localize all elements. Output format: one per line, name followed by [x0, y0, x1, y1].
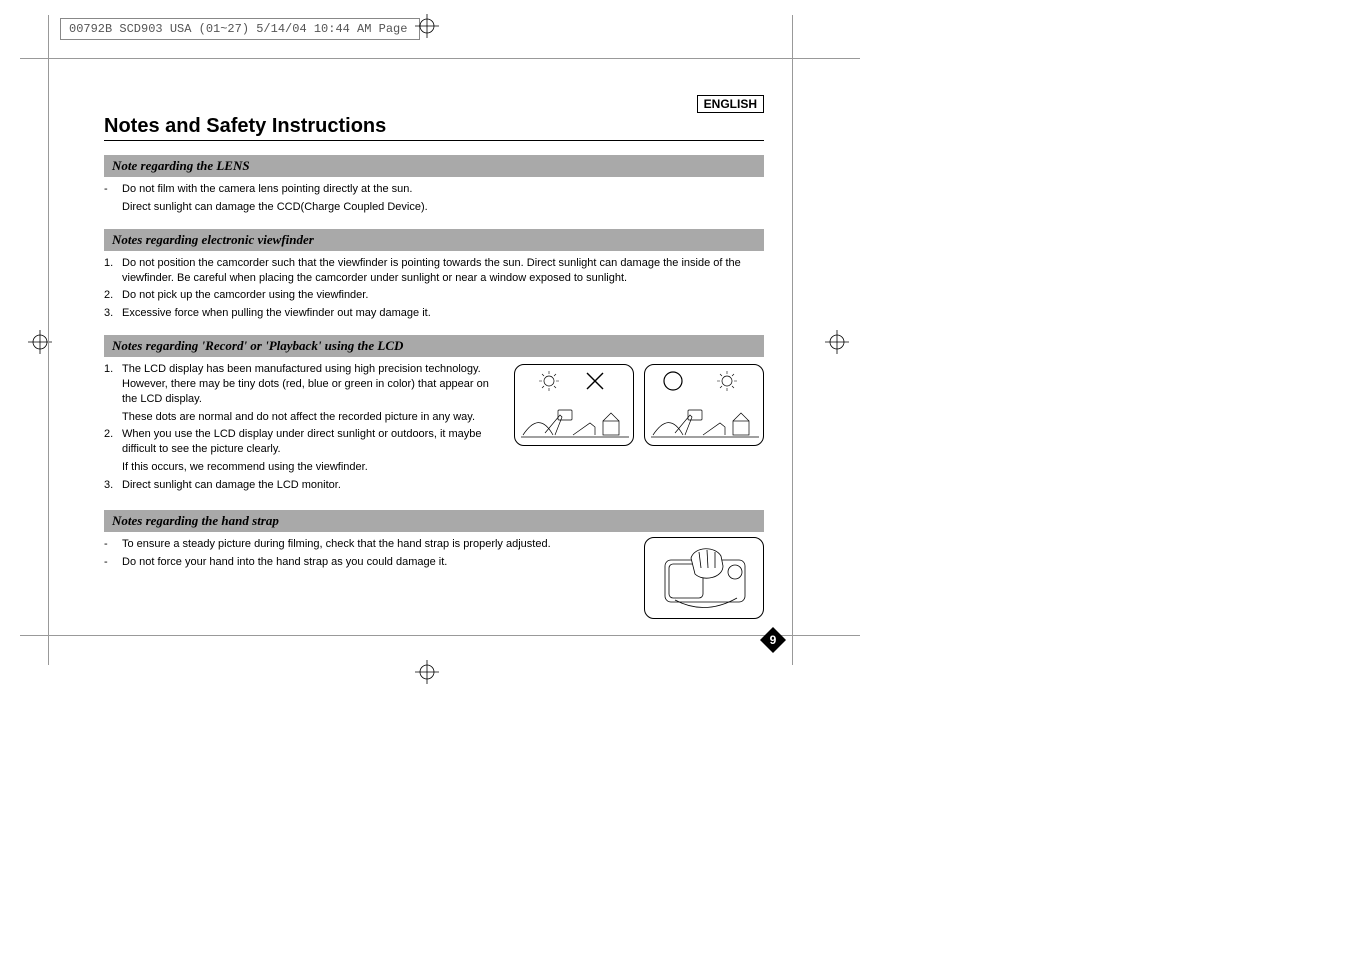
list-item: These dots are normal and do not affect …	[122, 410, 494, 425]
trim-line	[20, 635, 860, 636]
list-text: To ensure a steady picture during filmin…	[122, 538, 551, 550]
list-marker: 1.	[104, 362, 120, 377]
list-marker: -	[104, 537, 120, 552]
section-heading-viewfinder: Notes regarding electronic viewfinder	[104, 229, 764, 251]
list-text: Do not pick up the camcorder using the v…	[122, 289, 368, 301]
list-marker: -	[104, 555, 120, 570]
list-item: -Do not force your hand into the hand st…	[122, 555, 624, 570]
list-item: If this occurs, we recommend using the v…	[122, 460, 494, 475]
registration-mark-icon	[415, 14, 439, 38]
list-viewfinder: 1.Do not position the camcorder such tha…	[104, 256, 764, 321]
section-heading-lens: Note regarding the LENS	[104, 155, 764, 177]
list-lcd: 1.The LCD display has been manufactured …	[104, 362, 494, 493]
page-title: Notes and Safety Instructions	[104, 115, 764, 141]
list-text: Do not position the camcorder such that …	[122, 257, 741, 284]
language-badge: ENGLISH	[697, 95, 764, 113]
list-marker: 3.	[104, 478, 120, 493]
illustration-correct-icon	[644, 364, 764, 446]
list-text: If this occurs, we recommend using the v…	[122, 461, 368, 473]
page-content: ENGLISH Notes and Safety Instructions No…	[104, 95, 764, 619]
section-heading-handstrap: Notes regarding the hand strap	[104, 510, 764, 532]
list-marker: 2.	[104, 288, 120, 303]
list-marker: 1.	[104, 256, 120, 271]
list-item: Direct sunlight can damage the CCD(Charg…	[122, 200, 764, 215]
lcd-illustrations	[514, 362, 764, 446]
list-marker: 3.	[104, 306, 120, 321]
list-item: 2.When you use the LCD display under dir…	[122, 427, 494, 457]
prepress-header: 00792B SCD903 USA (01~27) 5/14/04 10:44 …	[60, 18, 420, 40]
list-text: Excessive force when pulling the viewfin…	[122, 307, 431, 319]
list-lens: -Do not film with the camera lens pointi…	[104, 182, 764, 215]
illustration-handstrap-icon	[644, 537, 764, 619]
list-handstrap: -To ensure a steady picture during filmi…	[104, 537, 624, 573]
list-item: -Do not film with the camera lens pointi…	[122, 182, 764, 197]
trim-line	[20, 58, 860, 59]
list-item: 2.Do not pick up the camcorder using the…	[122, 288, 764, 303]
list-item: -To ensure a steady picture during filmi…	[122, 537, 624, 552]
list-text: Direct sunlight can damage the LCD monit…	[122, 479, 341, 491]
list-marker: 2.	[104, 427, 120, 442]
list-item: 3.Excessive force when pulling the viewf…	[122, 306, 764, 321]
list-item: 1.Do not position the camcorder such tha…	[122, 256, 764, 286]
list-item: 1.The LCD display has been manufactured …	[122, 362, 494, 407]
list-marker: -	[104, 182, 120, 197]
list-text: Do not film with the camera lens pointin…	[122, 183, 412, 195]
illustration-wrong-icon	[514, 364, 634, 446]
list-item: 3.Direct sunlight can damage the LCD mon…	[122, 478, 494, 493]
list-text: Do not force your hand into the hand str…	[122, 556, 447, 568]
page-number-badge: 9	[758, 625, 788, 655]
section-heading-lcd: Notes regarding 'Record' or 'Playback' u…	[104, 335, 764, 357]
trim-line	[48, 15, 49, 665]
list-text: Direct sunlight can damage the CCD(Charg…	[122, 201, 428, 213]
registration-mark-icon	[415, 660, 439, 684]
registration-mark-icon	[825, 330, 849, 354]
list-text: When you use the LCD display under direc…	[122, 428, 482, 455]
page-number: 9	[770, 633, 777, 647]
trim-line	[792, 15, 793, 665]
list-text: These dots are normal and do not affect …	[122, 411, 475, 423]
list-text: The LCD display has been manufactured us…	[122, 363, 489, 405]
